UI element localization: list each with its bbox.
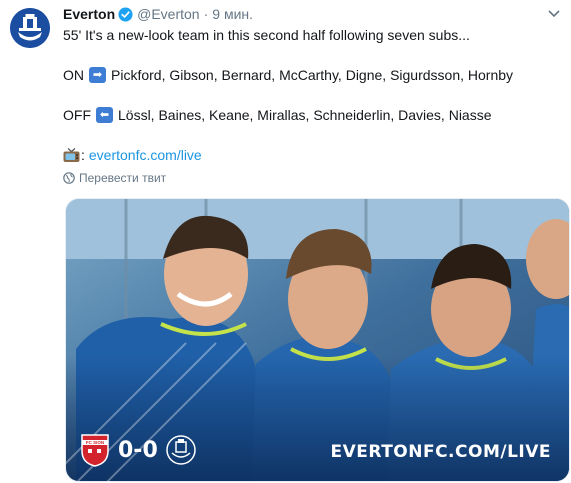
translate-label: Перевести твит [79,171,167,185]
score-overlay: FC SION 0-0 [80,433,196,467]
tweet-line-off: OFF ⬅ Lössl, Baines, Keane, Mirallas, Sc… [63,105,563,125]
chevron-down-icon[interactable] [547,6,561,23]
on-label: ON [63,67,84,83]
link-colon: : [81,147,85,163]
avatar[interactable] [10,8,50,48]
globe-icon [63,172,75,184]
tweet-line-on: ON ➡ Pickford, Gibson, Bernard, McCarthy… [63,65,563,85]
translate-tweet-button[interactable]: Перевести твит [63,171,166,185]
author-handle[interactable]: @Everton [137,6,199,22]
author-name[interactable]: Everton [63,6,115,22]
on-players: Pickford, Gibson, Bernard, McCarthy, Dig… [111,67,514,83]
tweet-text: 55' It's a new-look team in this second … [63,25,563,165]
everton-crest-icon [166,435,196,465]
everton-crest-icon [10,8,50,48]
tweet-line-intro: 55' It's a new-look team in this second … [63,27,470,43]
off-label: OFF [63,107,91,123]
tv-icon [63,147,80,163]
tweet-line-link: : evertonfc.com/live [63,145,563,165]
site-url-overlay: EVERTONFC.COM/LIVE [330,442,551,462]
tweet-timestamp[interactable]: 9 мин. [212,6,253,22]
match-score: 0-0 [118,437,158,463]
arrow-right-icon: ➡ [89,67,106,83]
arrow-left-icon: ⬅ [96,107,113,123]
separator-dot: · [203,6,209,22]
fc-sion-badge-icon: FC SION [80,433,110,467]
verified-badge-icon [118,6,133,22]
live-link[interactable]: evertonfc.com/live [89,145,202,165]
off-players: Lössl, Baines, Keane, Mirallas, Schneide… [118,107,492,123]
tweet-header: Everton @Everton · 9 мин. [63,4,561,24]
tweet-media-photo[interactable]: FC SION 0-0 EVERTONFC.COM/LIVE [65,198,570,482]
svg-text:FC SION: FC SION [86,440,104,445]
